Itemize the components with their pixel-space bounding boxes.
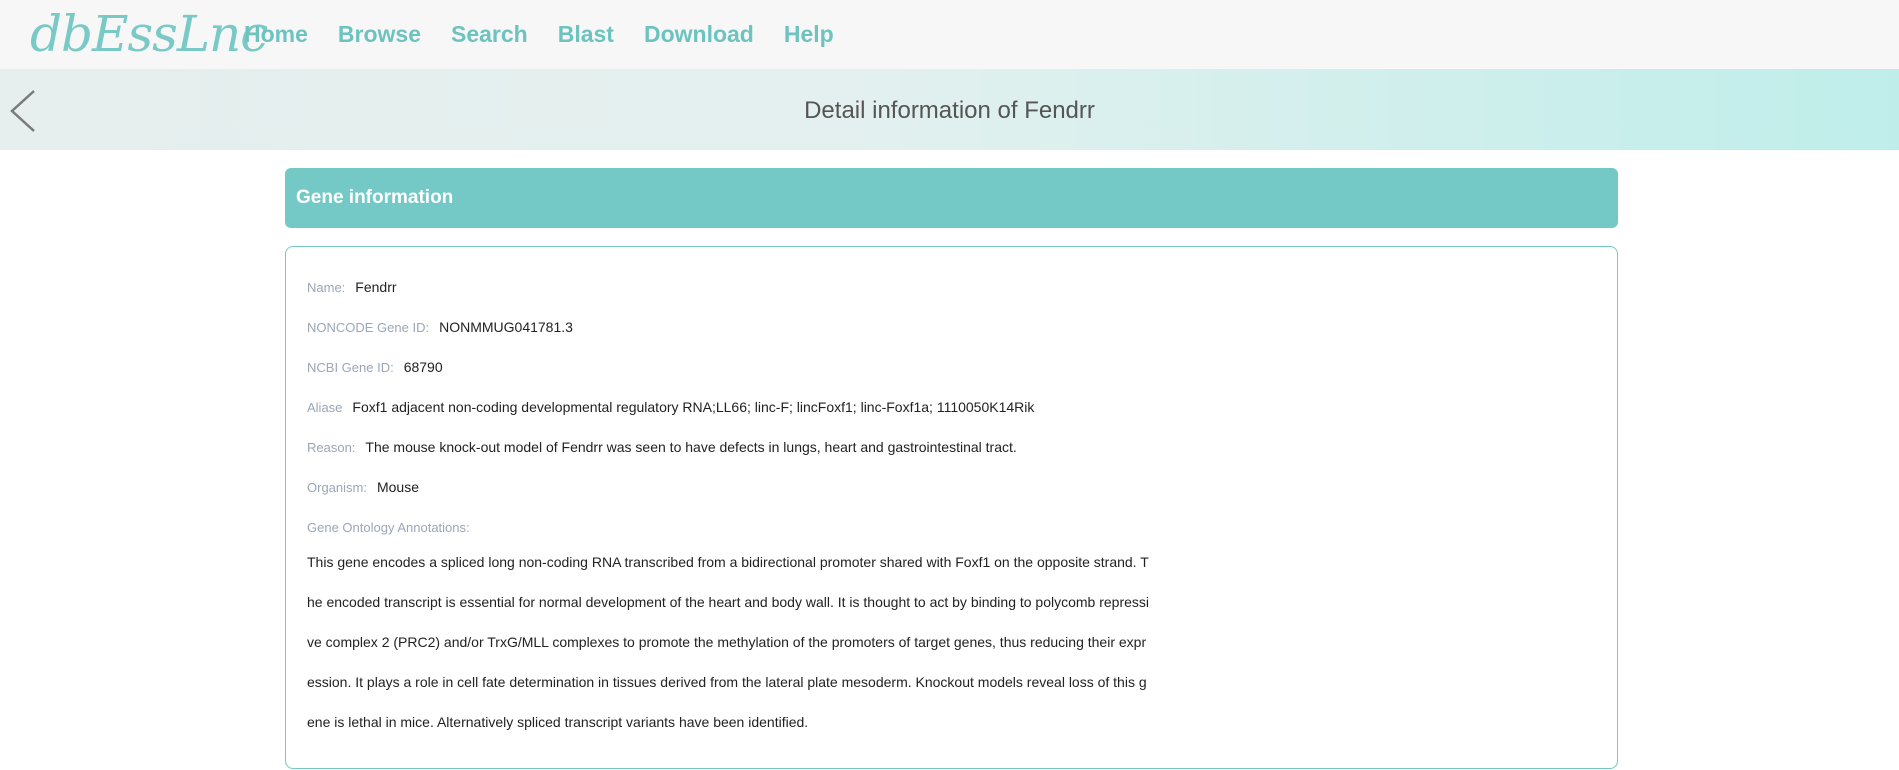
go-text-line: This gene encodes a spliced long non-cod… (307, 554, 1149, 570)
go-row: Gene Ontology Annotations: (307, 519, 480, 535)
ncbi-label: NCBI Gene ID: (307, 360, 394, 375)
reason-label: Reason: (307, 440, 356, 455)
name-value: Fendrr (355, 279, 397, 295)
go-annotation-text: This gene encodes a spliced long non-cod… (307, 552, 1207, 752)
gene-info-header: Gene information (285, 168, 1618, 228)
aliase-label: Aliase (307, 400, 343, 415)
top-navbar: dbEssLnc Home Browse Search Blast Downlo… (0, 0, 1899, 69)
noncode-value: NONMMUG041781.3 (439, 319, 573, 335)
name-label: Name: (307, 280, 346, 295)
reason-row: Reason: The mouse knock-out model of Fend… (307, 439, 1017, 455)
nav-home[interactable]: Home (244, 21, 308, 48)
go-text-line: he encoded transcript is essential for n… (307, 594, 1150, 610)
aliase-row: Aliase Foxf1 adjacent non-coding developm… (307, 399, 1034, 415)
go-text-line: ene is lethal in mice. Alternatively spl… (307, 714, 809, 730)
nav-browse[interactable]: Browse (338, 21, 421, 48)
noncode-row: NONCODE Gene ID: NONMMUG041781.3 (307, 319, 573, 335)
main-nav: Home Browse Search Blast Download Help (244, 0, 864, 69)
organism-row: Organism: Mouse (307, 479, 419, 495)
aliase-value: Foxf1 adjacent non-coding developmental … (352, 399, 1035, 415)
nav-blast[interactable]: Blast (558, 21, 614, 48)
noncode-label: NONCODE Gene ID: (307, 320, 430, 335)
nav-search[interactable]: Search (451, 21, 528, 48)
nav-help[interactable]: Help (784, 21, 834, 48)
ncbi-value: 68790 (403, 359, 443, 375)
site-logo[interactable]: dbEssLnc (30, 4, 268, 64)
nav-download[interactable]: Download (644, 21, 754, 48)
organism-value: Mouse (376, 479, 419, 495)
go-text-line: ve complex 2 (PRC2) and/or TrxG/MLL comp… (307, 634, 1147, 650)
page-title: Detail information of Fendrr (804, 97, 1095, 124)
organism-label: Organism: (307, 480, 367, 495)
section-title: Gene information (296, 187, 454, 208)
title-banner: Detail information of Fendrr (0, 69, 1899, 150)
ncbi-row: NCBI Gene ID: 68790 (307, 359, 443, 375)
gene-info-card: Name: Fendrr NONCODE Gene ID: NONMMUG04178… (285, 246, 1618, 769)
name-row: Name: Fendrr (307, 279, 397, 295)
go-label: Gene Ontology Annotations: (307, 520, 470, 535)
reason-value: The mouse knock-out model of Fendrr was … (365, 439, 1017, 455)
go-text-line: ession. It plays a role in cell fate det… (307, 674, 1147, 690)
